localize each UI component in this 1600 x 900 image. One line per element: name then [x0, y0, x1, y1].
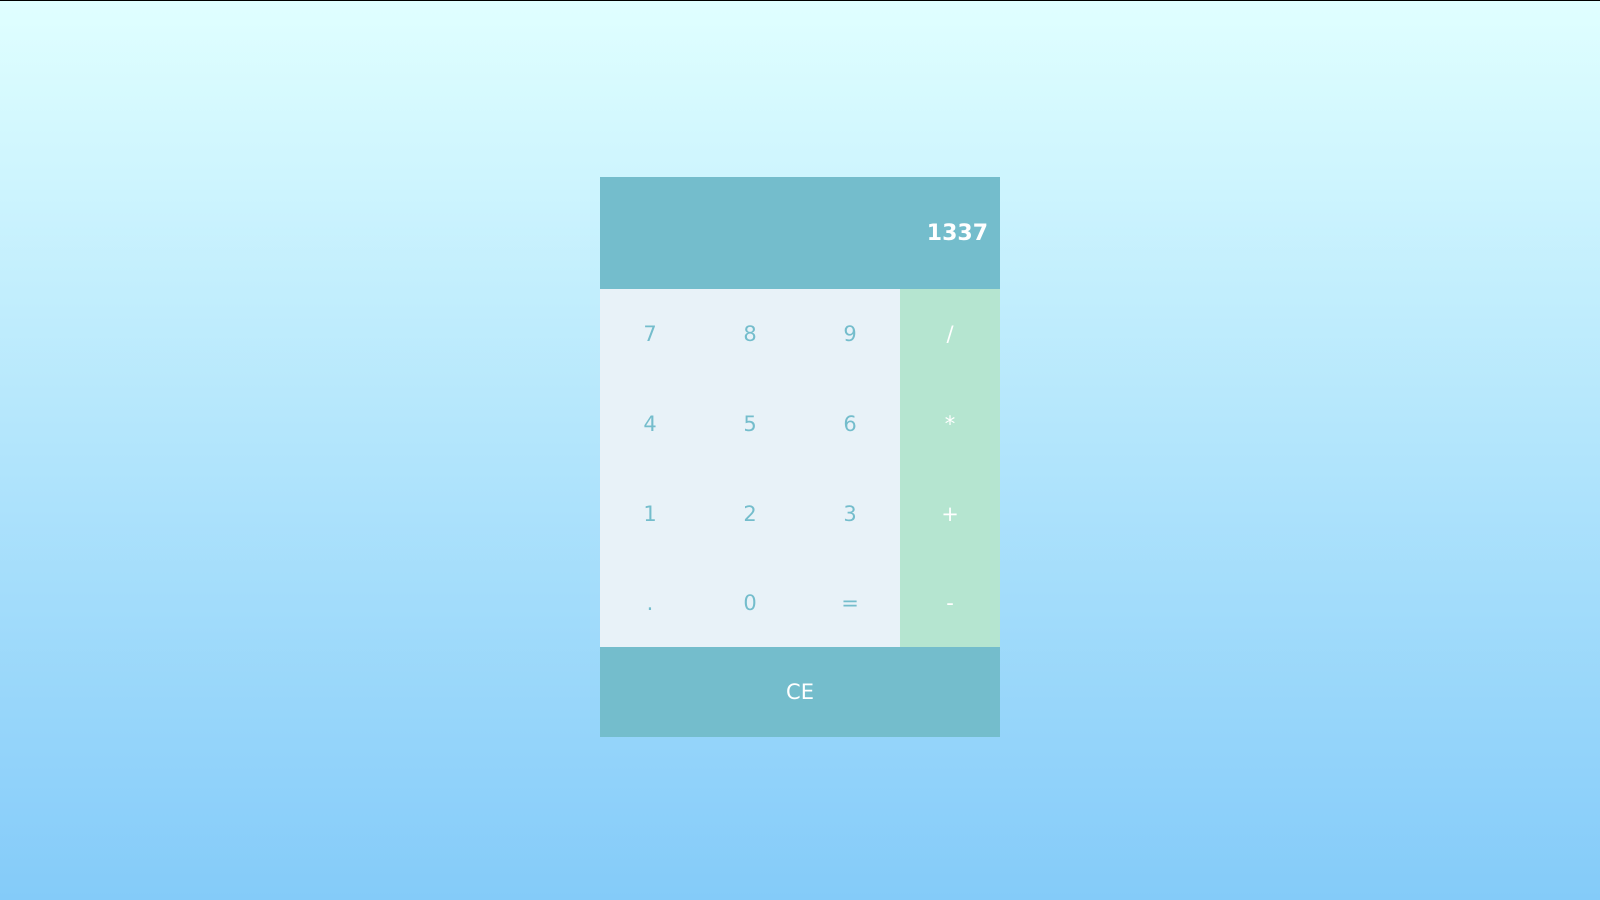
key-divide[interactable]: /: [900, 289, 1000, 379]
key-add[interactable]: +: [900, 469, 1000, 559]
display-value: 1337: [926, 220, 988, 246]
key-equals[interactable]: =: [800, 559, 900, 647]
key-9[interactable]: 9: [800, 289, 900, 379]
calculator-display: 1337: [600, 177, 1000, 289]
key-multiply[interactable]: *: [900, 379, 1000, 469]
key-2[interactable]: 2: [700, 469, 800, 559]
calculator: 1337 7 8 9 / 4 5 6 * 1 2 3 + . 0 = - CE: [600, 177, 1000, 737]
key-8[interactable]: 8: [700, 289, 800, 379]
key-6[interactable]: 6: [800, 379, 900, 469]
key-subtract[interactable]: -: [900, 559, 1000, 647]
key-1[interactable]: 1: [600, 469, 700, 559]
key-0[interactable]: 0: [700, 559, 800, 647]
key-7[interactable]: 7: [600, 289, 700, 379]
key-4[interactable]: 4: [600, 379, 700, 469]
keypad: 7 8 9 / 4 5 6 * 1 2 3 + . 0 = -: [600, 289, 1000, 647]
key-3[interactable]: 3: [800, 469, 900, 559]
clear-entry-button[interactable]: CE: [600, 647, 1000, 737]
key-5[interactable]: 5: [700, 379, 800, 469]
key-decimal[interactable]: .: [600, 559, 700, 647]
